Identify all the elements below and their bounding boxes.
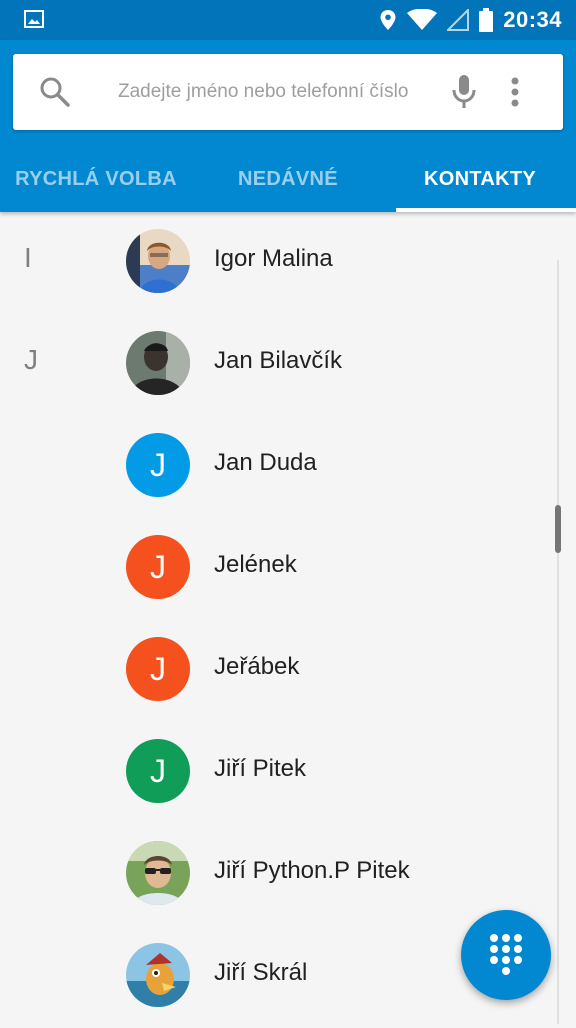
dialpad-button[interactable]: [461, 910, 551, 1000]
contact-list: I Igor Malina J Jan Bilavčík J Jan Duda …: [0, 212, 576, 1024]
avatar: [126, 943, 190, 1007]
avatar: J: [126, 739, 190, 803]
scrollbar-track: [557, 260, 559, 1024]
status-bar: 20:34: [0, 0, 576, 40]
avatar: J: [126, 535, 190, 599]
avatar-initial: J: [150, 650, 166, 687]
tab-contacts[interactable]: KONTAKTY: [384, 150, 576, 212]
status-time: 20:34: [503, 7, 562, 32]
tab-speed-dial[interactable]: RYCHLÁ VOLBA: [0, 150, 192, 212]
avatar: [126, 229, 190, 293]
wifi-icon: [407, 9, 438, 30]
scrollbar-thumb[interactable]: [555, 505, 561, 553]
image-notification-icon: [24, 10, 44, 28]
contact-row[interactable]: J Jelének: [0, 518, 576, 620]
section-letter: I: [24, 242, 32, 273]
contact-name: Jan Bilavčík: [214, 347, 343, 374]
search-input[interactable]: Zadejte jméno nebo telefonní číslo: [118, 81, 408, 103]
dialpad-icon: [490, 934, 522, 975]
avatar-initial: J: [150, 548, 166, 585]
avatar: [126, 331, 190, 395]
contact-row[interactable]: J Jan Bilavčík: [0, 314, 576, 416]
tab-bar: RYCHLÁ VOLBA NEDÁVNÉ KONTAKTY: [0, 150, 576, 212]
avatar: J: [126, 637, 190, 701]
avatar-initial: J: [150, 752, 166, 789]
battery-icon: [479, 8, 494, 32]
location-icon: [380, 10, 396, 30]
avatar: [126, 841, 190, 905]
contact-name: Jiří Pitek: [214, 755, 307, 782]
contact-row[interactable]: J Jan Duda: [0, 416, 576, 518]
tab-recent[interactable]: NEDÁVNÉ: [192, 150, 384, 212]
search-bar[interactable]: Zadejte jméno nebo telefonní číslo: [13, 54, 563, 130]
contact-name: Jiří Skrál: [214, 959, 308, 986]
app-bar: Zadejte jméno nebo telefonní číslo RYCHL…: [0, 40, 576, 212]
signal-icon: [447, 9, 470, 31]
avatar-initial: J: [150, 446, 166, 483]
contact-row[interactable]: J Jeřábek: [0, 620, 576, 722]
contact-row[interactable]: I Igor Malina: [0, 212, 576, 314]
contact-name: Jelének: [214, 551, 297, 578]
contact-name: Jan Duda: [214, 449, 317, 476]
contact-row[interactable]: J Jiří Pitek: [0, 722, 576, 824]
contact-name: Jeřábek: [214, 653, 300, 680]
contact-name: Jiří Python.P Pitek: [214, 857, 410, 884]
contact-name: Igor Malina: [214, 245, 333, 272]
search-icon[interactable]: [39, 76, 71, 108]
contact-row[interactable]: Jiří Python.P Pitek: [0, 824, 576, 926]
section-letter: J: [24, 344, 38, 375]
microphone-icon[interactable]: [451, 74, 477, 110]
more-options-icon[interactable]: [509, 74, 521, 110]
avatar: J: [126, 433, 190, 497]
